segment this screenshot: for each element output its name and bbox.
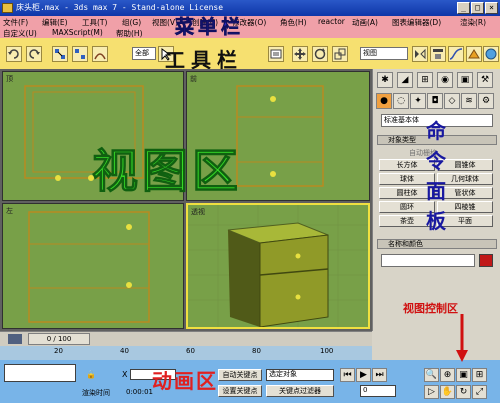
cameras-icon[interactable]: ◘ [427,93,443,109]
zoom-extents-all-icon[interactable]: ⊞ [472,368,487,382]
render-time-value: 0:00:01 [126,388,153,396]
main-toolbar: 全部 视图 [0,38,500,69]
window-title: 床头柜.max - 3ds max 7 - Stand-alone Licens… [16,3,224,12]
curve-editor-icon[interactable] [448,46,464,62]
go-to-end-icon[interactable]: ⏭ [372,368,387,382]
reference-coord-dropdown[interactable]: 视图 [360,47,408,60]
render-time-label: 渲染时间 [82,389,110,397]
selection-filter-dropdown[interactable]: 全部 [132,47,156,60]
quick-render-icon[interactable] [483,46,499,62]
go-to-start-icon[interactable]: ⏮ [340,368,355,382]
object-color-swatch[interactable] [479,254,493,267]
spacewarps-icon[interactable]: ≋ [461,93,477,109]
menu-bar-annotation: 菜单栏 [175,16,245,39]
track-view-icon[interactable] [8,334,22,344]
tick-label: 100 [320,347,334,355]
undo-icon[interactable] [6,46,22,62]
status-panel: 🔒 X 渲染时间 0:00:01 自动关键点 设置关键点 选定对象 关键点过滤器… [0,360,500,403]
lock-icon[interactable]: 🔒 [86,370,96,379]
redo-icon[interactable] [26,46,42,62]
tick-label: 60 [186,347,195,355]
menu-animation[interactable]: 动画(A) [352,17,378,28]
menu-reactor[interactable]: reactor [318,17,345,26]
zoom-icon[interactable]: 🔍 [424,368,439,382]
auto-key-button[interactable]: 自动关键点 [218,369,262,381]
viewport-controls-annotation: 视图控制区 [403,302,458,315]
app-icon [2,3,13,13]
bind-icon[interactable] [92,46,108,62]
frame-counter-text: 0 / 100 [46,335,72,343]
utilities-tab-icon[interactable]: ⚒ [477,72,493,88]
key-filters-button[interactable]: 关键点过滤器 [266,385,334,397]
render-icon[interactable] [466,46,482,62]
motion-tab-icon[interactable]: ◉ [437,72,453,88]
link-icon[interactable] [52,46,68,62]
modify-tab-icon[interactable]: ◢ [397,72,413,88]
selection-set-dropdown[interactable]: 选定对象 [266,369,334,381]
field-of-view-icon[interactable]: ▷ [424,385,439,399]
menu-file[interactable]: 文件(F) [3,17,28,28]
minimize-button[interactable]: _ [457,2,470,14]
left-view-wireframe [28,211,150,323]
align-icon[interactable] [430,46,446,62]
pan-icon[interactable]: ✋ [440,385,455,399]
time-slider[interactable]: 0 / 100 [0,331,372,346]
tick-label: 20 [54,347,63,355]
tick-label: 40 [120,347,129,355]
close-button[interactable]: × [485,2,498,14]
animation-area-annotation: 动画区 [152,369,218,393]
tick-label: 80 [252,347,261,355]
track-bar[interactable]: 20 40 60 80 100 [0,346,372,360]
mirror-icon[interactable] [412,46,428,62]
command-panel-annotation: 命令面板 [426,119,446,233]
geometry-icon[interactable]: ● [376,93,392,109]
x-label: X [122,370,128,379]
shapes-icon[interactable]: ◌ [393,93,409,109]
play-icon[interactable]: ▶ [356,368,371,382]
title-bar: 床头柜.max - 3ds max 7 - Stand-alone Licens… [0,0,500,16]
arc-rotate-icon[interactable]: ↻ [456,385,471,399]
menu-tools[interactable]: 工具(T) [82,17,107,28]
current-frame-field[interactable]: 0 [360,385,396,397]
maxscript-listener[interactable] [4,364,76,382]
menu-maxscript[interactable]: MAXScript(M) [52,28,103,37]
zoom-extents-icon[interactable]: ▣ [456,368,471,382]
frame-counter[interactable]: 0 / 100 [28,333,90,345]
zoom-all-icon[interactable]: ⊕ [440,368,455,382]
viewport-perspective[interactable]: 透视 [186,203,370,329]
viewport-left[interactable]: 左 [2,203,184,329]
menu-bar: 文件(F) 编辑(E) 工具(T) 组(G) 视图(V) 创建(C) 修改器(O… [0,16,500,38]
create-tab-icon[interactable]: ✱ [377,72,393,88]
systems-icon[interactable]: ⚙ [478,93,494,109]
display-tab-icon[interactable]: ▣ [457,72,473,88]
maximize-viewport-icon[interactable]: ⤢ [472,385,487,399]
unlink-icon[interactable] [72,46,88,62]
set-key-button[interactable]: 设置关键点 [218,385,262,397]
maximize-button[interactable]: □ [471,2,484,14]
menu-edit[interactable]: 编辑(E) [42,17,68,28]
menu-graph-editors[interactable]: 图表编辑器(D) [392,17,441,28]
lights-icon[interactable]: ✦ [410,93,426,109]
rotate-icon[interactable] [312,46,328,62]
menu-group[interactable]: 组(G) [122,17,141,28]
object-name-field[interactable] [381,254,475,267]
select-by-name-icon[interactable] [268,46,284,62]
move-icon[interactable] [292,46,308,62]
helpers-icon[interactable]: ◇ [444,93,460,109]
menu-character[interactable]: 角色(H) [280,17,307,28]
name-color-rollout[interactable]: 名称和颜色 [377,239,497,249]
viewport-area-annotation: 视图区 [92,144,242,199]
menu-rendering[interactable]: 渲染(R) [460,17,486,28]
annotation-arrow-icon [456,314,468,362]
nightstand-model [188,205,368,327]
scale-icon[interactable] [332,46,348,62]
hierarchy-tab-icon[interactable]: ⊞ [417,72,433,88]
